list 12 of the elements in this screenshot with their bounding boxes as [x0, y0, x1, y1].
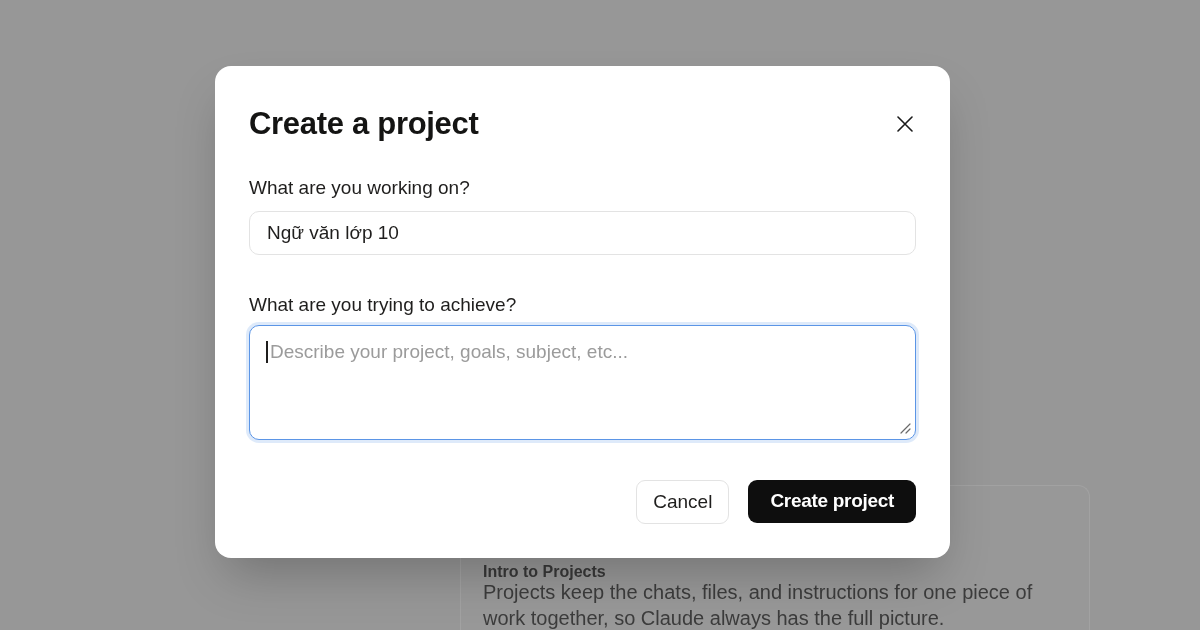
- resize-handle-icon[interactable]: [900, 423, 911, 434]
- field-label: What are you trying to achieve?: [249, 293, 518, 317]
- field-label: What are you working on?: [249, 176, 471, 200]
- card-title: Intro to Projects: [483, 562, 607, 582]
- text-input[interactable]: Ngữ văn lớp 10: [249, 211, 916, 255]
- description-textarea[interactable]: Describe your project, goals, subject, etc...: [249, 325, 916, 440]
- close-icon: [897, 116, 913, 132]
- cancel-button[interactable]: Cancel: [636, 480, 730, 524]
- create-project-button[interactable]: Create project: [748, 480, 916, 523]
- text-cursor: [266, 341, 268, 363]
- card-description: Projects keep the chats, files, and instructions for one piece of work together, so Claude always has the full picture.: [483, 580, 1034, 630]
- dialog-title: Create a project: [249, 105, 479, 143]
